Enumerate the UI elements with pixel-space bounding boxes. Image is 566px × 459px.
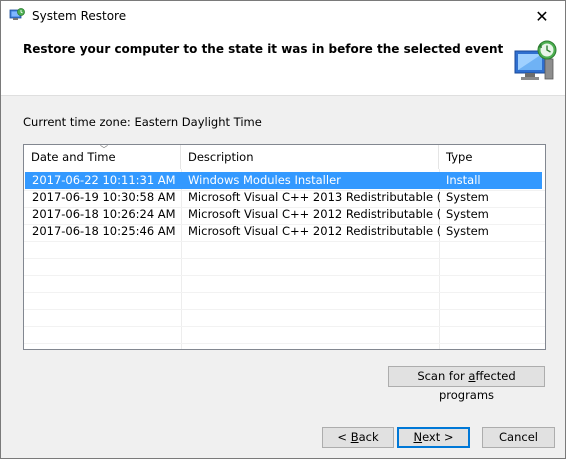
sort-descending-icon: ﹀ bbox=[100, 145, 108, 154]
cell-type: System bbox=[446, 207, 489, 221]
table-row[interactable]: 2017-06-19 10:30:58 AM Microsoft Visual … bbox=[25, 189, 542, 206]
scan-label-pre: Scan for bbox=[417, 369, 469, 383]
cell-date: 2017-06-18 10:26:24 AM bbox=[32, 207, 176, 221]
system-restore-app-icon bbox=[9, 8, 25, 20]
column-header-description[interactable]: Description bbox=[181, 145, 439, 169]
column-label-description: Description bbox=[188, 150, 254, 164]
column-label-type: Type bbox=[446, 150, 473, 164]
cell-date: 2017-06-22 10:11:31 AM bbox=[32, 173, 176, 187]
cell-description: Microsoft Visual C++ 2013 Redistributabl… bbox=[188, 190, 440, 204]
back-button[interactable]: < Back bbox=[322, 427, 394, 448]
cell-description: Microsoft Visual C++ 2012 Redistributabl… bbox=[188, 207, 440, 221]
row-gridline bbox=[24, 275, 545, 276]
next-label-accel: N bbox=[413, 430, 423, 444]
scan-affected-programs-button[interactable]: Scan for affected programs bbox=[388, 366, 545, 402]
column-header-type[interactable]: Type bbox=[439, 145, 545, 169]
close-icon: ✕ bbox=[535, 6, 549, 26]
page-heading: Restore your computer to the state it wa… bbox=[23, 42, 504, 56]
row-gridline bbox=[24, 241, 545, 242]
back-label-post: ack bbox=[358, 430, 379, 444]
cell-type: Install bbox=[446, 173, 481, 187]
cell-description: Windows Modules Installer bbox=[188, 173, 341, 187]
table-row[interactable]: 2017-06-18 10:25:46 AM Microsoft Visual … bbox=[25, 223, 542, 240]
close-button[interactable]: ✕ bbox=[519, 1, 565, 31]
next-button[interactable]: Next > bbox=[397, 427, 470, 448]
restore-points-list[interactable]: ﹀ Date and Time Description Type 2017-06… bbox=[23, 144, 546, 350]
cell-type: System bbox=[446, 190, 489, 204]
row-gridline bbox=[24, 326, 545, 327]
back-label-pre: < bbox=[337, 430, 351, 444]
cell-type: System bbox=[446, 224, 489, 238]
cell-date: 2017-06-18 10:25:46 AM bbox=[32, 224, 176, 238]
title-bar: System Restore ✕ bbox=[1, 1, 565, 31]
cancel-button[interactable]: Cancel bbox=[482, 427, 555, 448]
column-header-date[interactable]: ﹀ Date and Time bbox=[24, 145, 181, 169]
back-label-accel: B bbox=[350, 430, 359, 444]
system-restore-icon bbox=[514, 40, 557, 80]
cell-description: Microsoft Visual C++ 2012 Redistributabl… bbox=[188, 224, 440, 238]
table-row[interactable]: 2017-06-22 10:11:31 AM Windows Modules I… bbox=[25, 172, 542, 189]
row-gridline bbox=[24, 292, 545, 293]
table-row[interactable]: 2017-06-18 10:26:24 AM Microsoft Visual … bbox=[25, 206, 542, 223]
row-gridline bbox=[24, 258, 545, 259]
row-gridline bbox=[24, 309, 545, 310]
cell-date: 2017-06-19 10:30:58 AM bbox=[32, 190, 176, 204]
window-title: System Restore bbox=[32, 9, 127, 23]
next-label-post: ext > bbox=[422, 430, 454, 444]
row-gridline bbox=[24, 343, 545, 344]
timezone-label: Current time zone: Eastern Daylight Time bbox=[23, 115, 262, 129]
system-restore-window: System Restore ✕ Restore your computer t… bbox=[0, 0, 566, 459]
wizard-header: Restore your computer to the state it wa… bbox=[1, 31, 565, 96]
